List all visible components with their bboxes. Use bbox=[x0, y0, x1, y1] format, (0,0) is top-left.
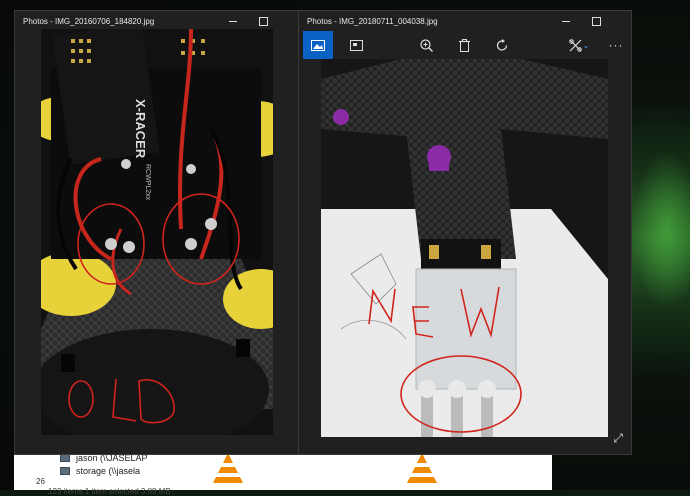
explorer-status-bar: 123 items 1 item selected 3.89 MB bbox=[48, 487, 171, 496]
window-title: Photos - IMG_20160706_184820.jpg bbox=[23, 16, 155, 26]
rotate-icon bbox=[496, 38, 507, 51]
photo-image-old[interactable]: X-RACER RCWPL2xx bbox=[41, 29, 273, 435]
zoom-in-icon bbox=[419, 38, 433, 52]
desktop-glow bbox=[632, 150, 690, 310]
photos-window-old[interactable]: Photos - IMG_20160706_184820.jpg X-RACER… bbox=[14, 10, 299, 455]
view-photo-button[interactable] bbox=[303, 31, 333, 59]
explorer-side-number: 26 bbox=[36, 477, 45, 486]
network-drive-icon bbox=[60, 454, 70, 462]
board-model-label: RCWPL2xx bbox=[144, 164, 151, 201]
maximize-button[interactable] bbox=[581, 11, 611, 31]
board-brand-label: X-RACER bbox=[133, 99, 148, 159]
slideshow-icon bbox=[349, 39, 363, 51]
zoom-in-button[interactable] bbox=[411, 31, 441, 59]
more-button[interactable]: ··· bbox=[601, 31, 631, 59]
photo-old-illustration: X-RACER RCWPL2xx bbox=[41, 29, 273, 435]
title-bar[interactable]: Photos - IMG_20160706_184820.jpg bbox=[15, 11, 298, 31]
title-bar[interactable]: Photos - IMG_20180711_004038.jpg bbox=[299, 11, 631, 31]
network-drive-storage[interactable]: storage (\\jasela bbox=[60, 466, 140, 476]
rotate-button[interactable] bbox=[487, 31, 517, 59]
image-icon bbox=[311, 39, 325, 51]
slideshow-button[interactable] bbox=[341, 31, 371, 59]
delete-icon bbox=[458, 38, 470, 52]
photo-image-new[interactable] bbox=[321, 59, 608, 437]
more-icon: ··· bbox=[608, 38, 624, 52]
photos-window-new[interactable]: Photos - IMG_20180711_004038.jpg ⌄ ··· ⤢ bbox=[298, 10, 632, 455]
edit-button[interactable]: ⌄ bbox=[561, 31, 597, 59]
network-drive-label: storage (\\jasela bbox=[76, 466, 141, 476]
expand-icon[interactable]: ⤢ bbox=[613, 431, 623, 446]
photos-toolbar: ⌄ ··· bbox=[299, 31, 631, 59]
edit-icon bbox=[568, 38, 582, 52]
chevron-down-icon: ⌄ bbox=[582, 40, 590, 50]
delete-button[interactable] bbox=[449, 31, 479, 59]
minimize-button[interactable] bbox=[551, 11, 581, 31]
network-drive-icon bbox=[60, 467, 70, 475]
window-title: Photos - IMG_20180711_004038.jpg bbox=[307, 16, 438, 26]
minimize-button[interactable] bbox=[218, 11, 248, 31]
photo-new-illustration bbox=[321, 59, 608, 437]
maximize-button[interactable] bbox=[248, 11, 278, 31]
